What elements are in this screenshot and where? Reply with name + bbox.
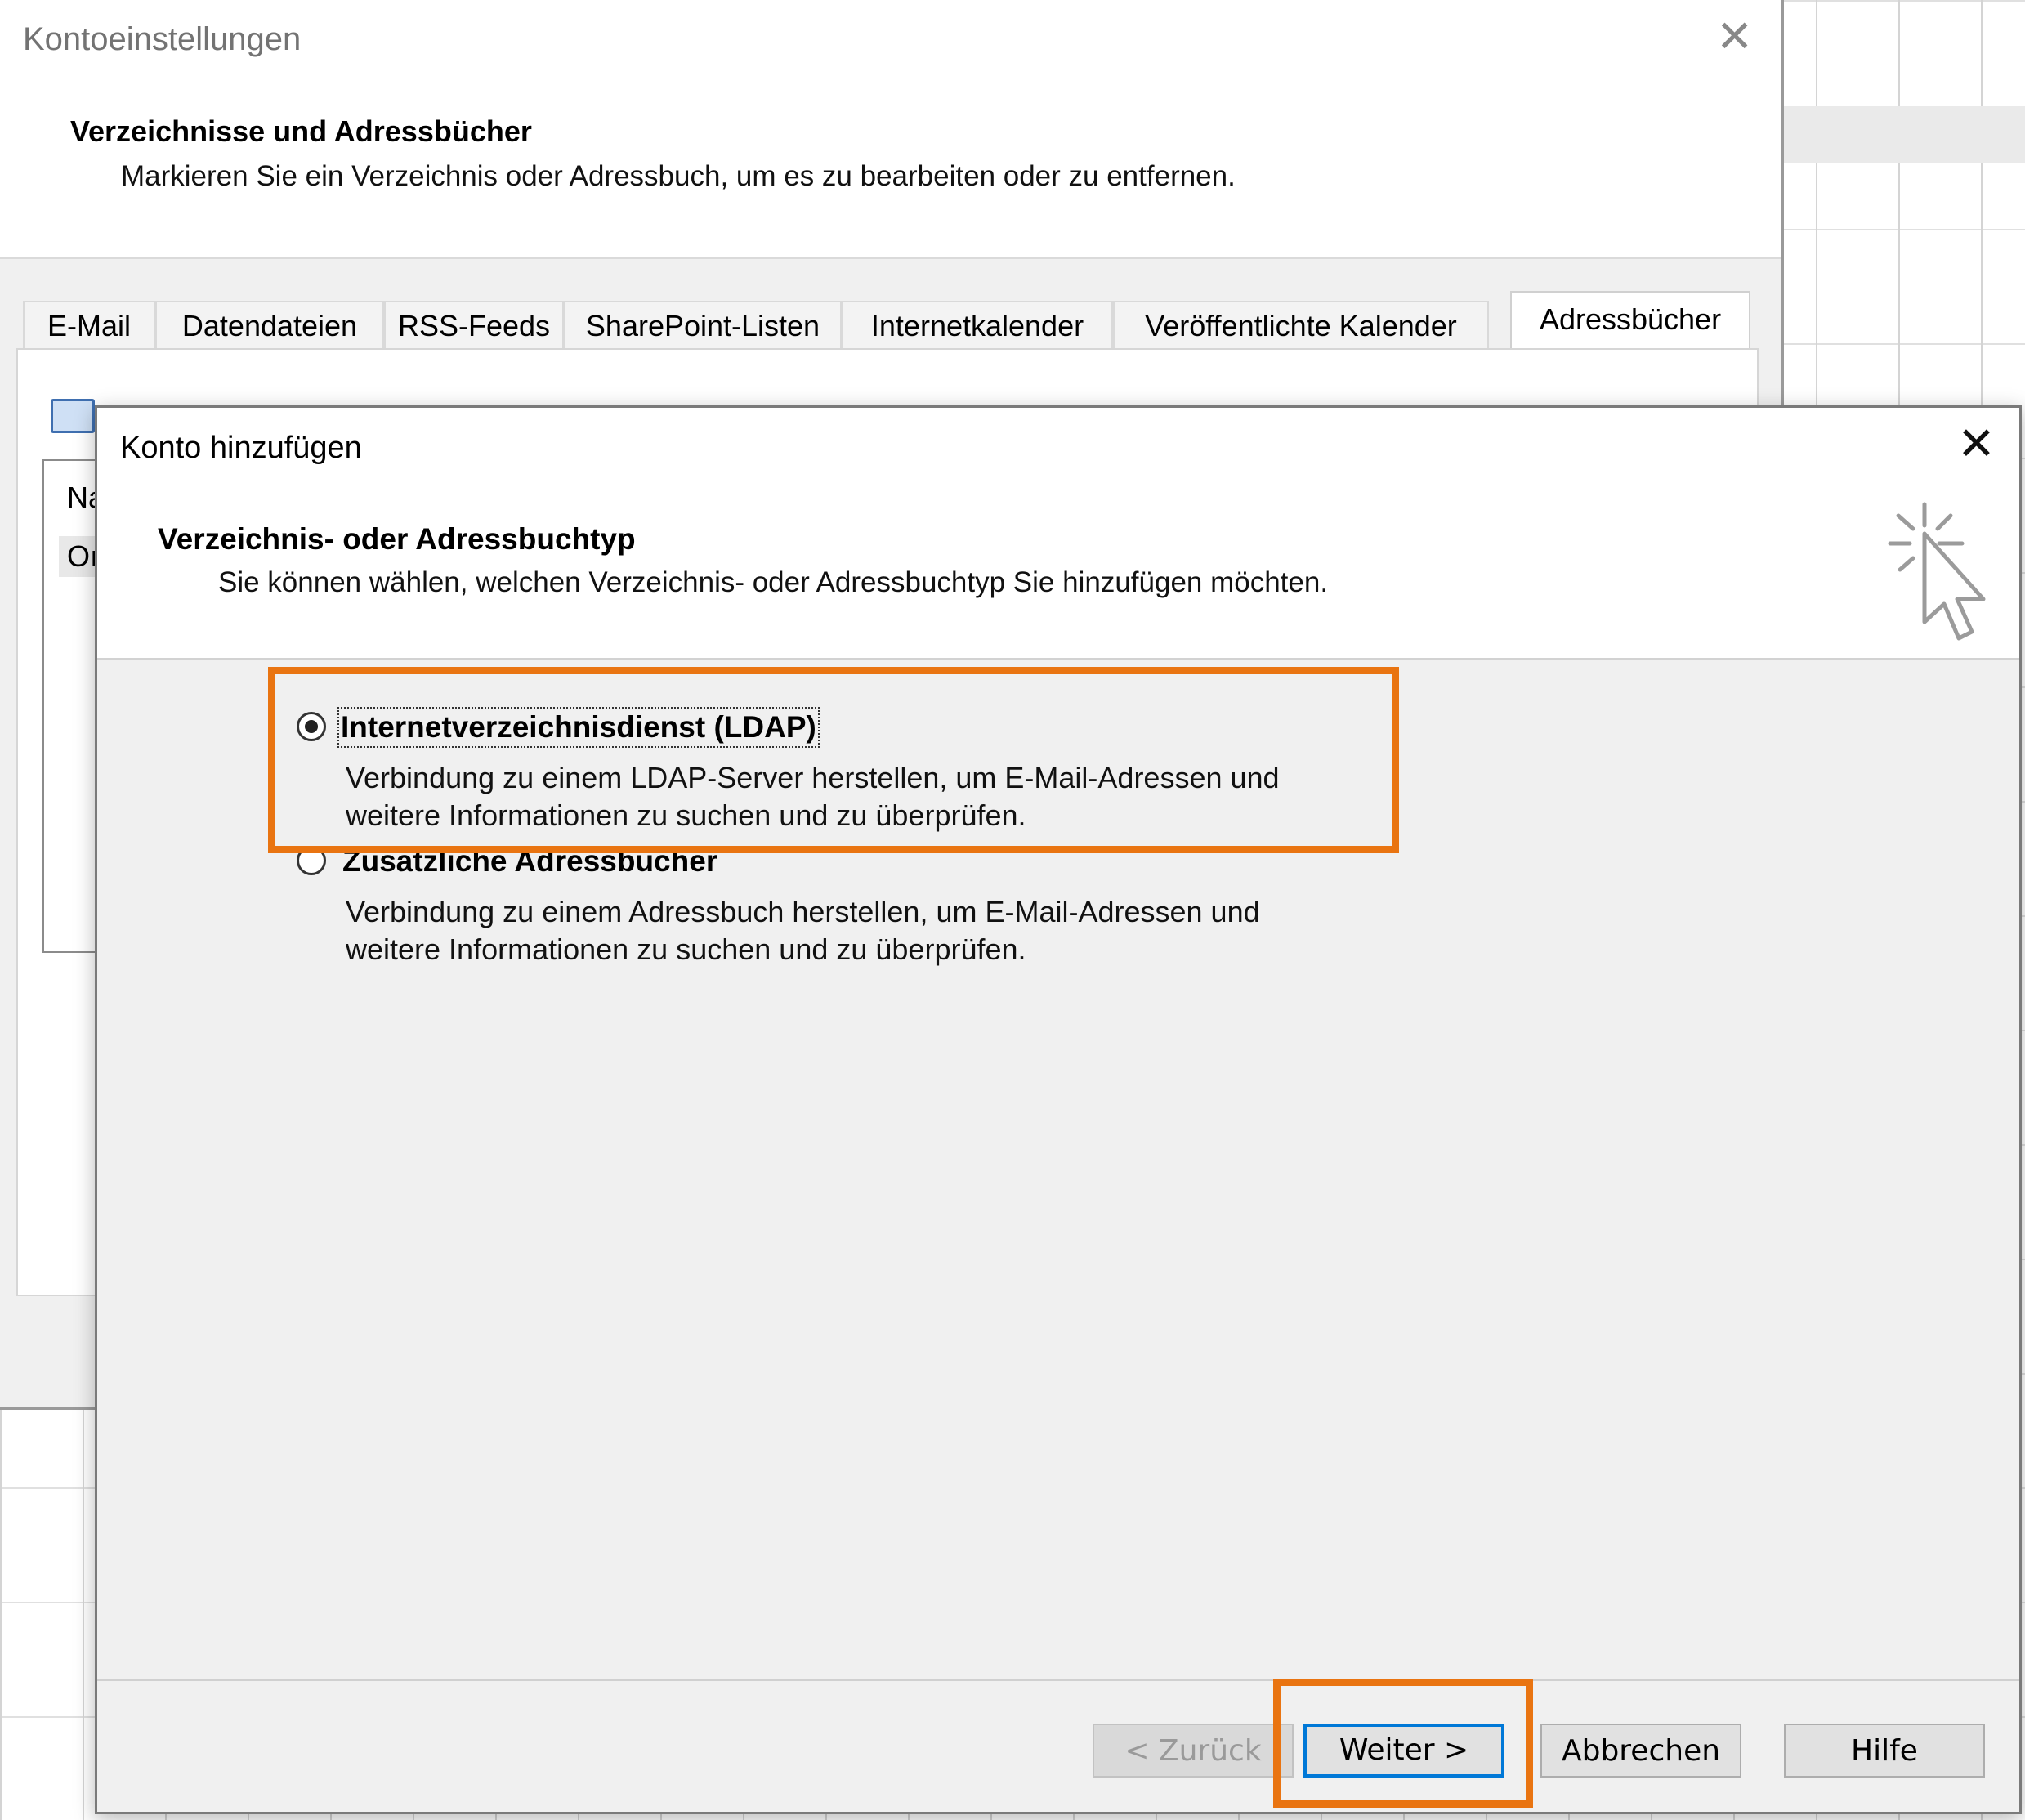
window-title: Kontoeinstellungen: [23, 21, 302, 57]
cursor-click-icon: [1888, 502, 1986, 641]
account-settings-header: Kontoeinstellungen ✕ Verzeichnisse und A…: [0, 0, 1781, 259]
dialog-heading: Verzeichnis- oder Adressbuchtyp: [158, 522, 636, 556]
dialog-header: Konto hinzufügen ✕ Verzeichnis- oder Adr…: [97, 408, 2019, 660]
help-button[interactable]: Hilfe: [1784, 1724, 1985, 1778]
highlight-next-button: [1273, 1679, 1533, 1808]
tab-data-files[interactable]: Datendateien: [155, 301, 384, 350]
background-band: [1781, 106, 2025, 163]
section-heading: Verzeichnisse und Adressbücher: [70, 114, 532, 148]
tab-published-calendars[interactable]: Veröffentlichte Kalender: [1113, 301, 1489, 350]
additional-description-line-1: Verbindung zu einem Adressbuch herstelle…: [346, 895, 1260, 928]
close-icon[interactable]: ✕: [1716, 15, 1753, 59]
additional-address-books-description: Verbindung zu einem Adressbuch herstelle…: [346, 893, 1490, 968]
tab-rss-feeds[interactable]: RSS-Feeds: [384, 301, 564, 350]
close-icon[interactable]: ✕: [1957, 421, 1996, 467]
dialog-title: Konto hinzufügen: [120, 431, 362, 465]
add-account-dialog: Konto hinzufügen ✕ Verzeichnis- oder Adr…: [95, 405, 2022, 1814]
dialog-subheading: Sie können wählen, welchen Verzeichnis- …: [218, 566, 1329, 598]
footer-divider: [97, 1679, 2019, 1681]
tab-sharepoint-lists[interactable]: SharePoint-Listen: [564, 301, 842, 350]
highlight-ldap-option: [268, 667, 1399, 853]
address-book-icon[interactable]: [51, 399, 95, 433]
tab-email[interactable]: E-Mail: [23, 301, 155, 350]
tab-internet-calendars[interactable]: Internetkalender: [842, 301, 1113, 350]
back-button[interactable]: < Zurück: [1093, 1724, 1294, 1778]
cancel-button[interactable]: Abbrechen: [1540, 1724, 1741, 1778]
tab-address-books[interactable]: Adressbücher: [1510, 291, 1750, 350]
additional-description-line-2: weitere Informationen zu suchen und zu ü…: [346, 932, 1026, 966]
section-subheading: Markieren Sie ein Verzeichnis oder Adres…: [121, 160, 1236, 192]
